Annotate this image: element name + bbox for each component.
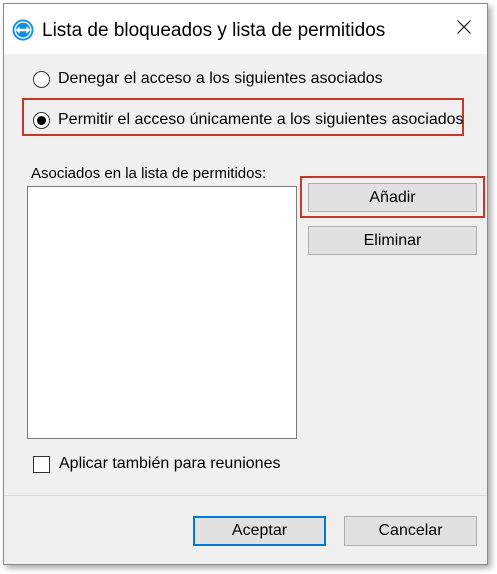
list-label: Asociados en la lista de permitidos: bbox=[31, 165, 267, 182]
apply-meetings-checkbox[interactable] bbox=[33, 455, 50, 473]
footer-divider bbox=[4, 495, 487, 496]
window-title: Lista de bloqueados y lista de permitido… bbox=[42, 20, 386, 41]
deny-access-radio[interactable] bbox=[33, 70, 50, 88]
allow-access-option[interactable]: Permitir el acceso únicamente a los sigu… bbox=[33, 110, 464, 130]
allow-access-radio[interactable] bbox=[33, 111, 50, 129]
remove-button[interactable]: Eliminar bbox=[308, 226, 477, 255]
accept-button[interactable]: Aceptar bbox=[193, 516, 326, 546]
deny-access-label: Denegar el acceso a los siguientes asoci… bbox=[58, 70, 383, 87]
title-bar: Lista de bloqueados y lista de permitido… bbox=[4, 4, 487, 54]
allow-access-label: Permitir el acceso únicamente a los sigu… bbox=[58, 111, 464, 128]
dialog-window: Lista de bloqueados y lista de permitido… bbox=[3, 3, 488, 565]
apply-meetings-option[interactable]: Aplicar también para reuniones bbox=[33, 454, 280, 474]
apply-meetings-label: Aplicar también para reuniones bbox=[59, 455, 281, 472]
close-button[interactable] bbox=[441, 4, 487, 54]
deny-access-option[interactable]: Denegar el acceso a los siguientes asoci… bbox=[33, 69, 383, 89]
allowed-partners-list[interactable] bbox=[27, 186, 297, 439]
add-button[interactable]: Añadir bbox=[308, 183, 477, 212]
cancel-button[interactable]: Cancelar bbox=[344, 516, 477, 546]
teamviewer-logo-icon bbox=[12, 19, 34, 41]
close-icon bbox=[457, 20, 471, 38]
